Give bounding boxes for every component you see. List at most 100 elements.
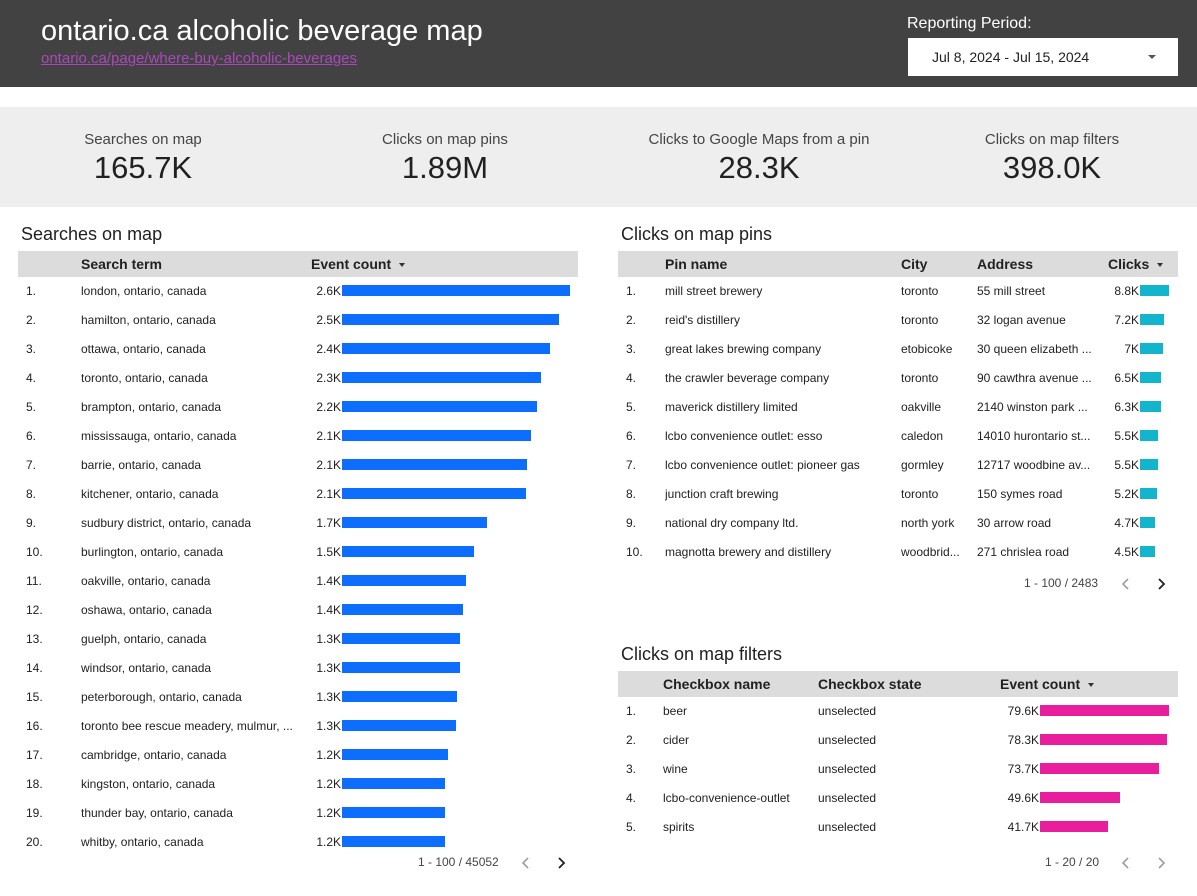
chevron-left-icon[interactable]: [517, 854, 535, 872]
column-header-checkbox-state[interactable]: Checkbox state: [818, 676, 921, 692]
column-header-clicks[interactable]: Clicks: [1108, 256, 1164, 272]
table-row[interactable]: 3. wine unselected 73.7K: [618, 755, 1178, 784]
table-row[interactable]: 9. national dry company ltd. north york 30 …: [618, 509, 1178, 538]
table-row[interactable]: 1. mill street brewery toronto 55 mill stre…: [618, 277, 1178, 306]
table-row[interactable]: 5. brampton, ontario, canada 2.2K: [18, 393, 578, 422]
table-row[interactable]: 12. oshawa, ontario, canada 1.4K: [18, 596, 578, 625]
column-header-event-count[interactable]: Event count: [1000, 676, 1095, 692]
clicks-value: 4.5K: [1114, 545, 1139, 559]
table-row[interactable]: 20. whitby, ontario, canada 1.2K: [18, 828, 578, 857]
pin-address: 271 chrislea road: [977, 545, 1070, 559]
table-row[interactable]: 2. hamilton, ontario, canada 2.5K: [18, 306, 578, 335]
table-row[interactable]: 19. thunder bay, ontario, canada 1.2K: [18, 799, 578, 828]
row-index: 6.: [26, 429, 37, 443]
table-row[interactable]: 9. sudbury district, ontario, canada 1.7K: [18, 509, 578, 538]
event-count-value: 41.7K: [1007, 820, 1039, 834]
event-count-value: 1.2K: [316, 806, 341, 820]
kpi-filter-clicks: Clicks on map filters 398.0K: [952, 131, 1152, 186]
pin-address: 90 cawthra avenue ...: [977, 371, 1092, 385]
table-row[interactable]: 7. lcbo convenience outlet: pioneer gas go…: [618, 451, 1178, 480]
source-page-link[interactable]: ontario.ca/page/where-buy-alcoholic-beve…: [41, 50, 357, 67]
event-count-value: 2.1K: [316, 429, 341, 443]
table-row[interactable]: 4. lcbo-convenience-outlet unselected 49.6K: [618, 784, 1178, 813]
column-header-pin-name[interactable]: Pin name: [665, 256, 727, 272]
chevron-right-icon[interactable]: [1152, 575, 1170, 593]
row-index: 5.: [26, 400, 37, 414]
chevron-left-icon[interactable]: [1117, 854, 1135, 872]
table-row[interactable]: 5. maverick distillery limited oakville 214…: [618, 393, 1178, 422]
table-row[interactable]: 2. cider unselected 78.3K: [618, 726, 1178, 755]
table-row[interactable]: 3. ottawa, ontario, canada 2.4K: [18, 335, 578, 364]
event-count-bar: [342, 343, 550, 354]
chevron-left-icon[interactable]: [1117, 575, 1135, 593]
pin-name: national dry company ltd.: [665, 516, 799, 530]
table-row[interactable]: 18. kingston, ontario, canada 1.2K: [18, 770, 578, 799]
event-count-value: 1.5K: [316, 545, 341, 559]
pin-address: 55 mill street: [977, 284, 1046, 298]
clicks-bar: [1140, 459, 1158, 470]
event-count-value: 73.7K: [1007, 762, 1039, 776]
pin-city: oakville: [901, 400, 942, 414]
column-header-search-term[interactable]: Search term: [81, 256, 162, 272]
table-row[interactable]: 1. london, ontario, canada 2.6K: [18, 277, 578, 306]
event-count-bar: [1040, 734, 1167, 745]
table-row[interactable]: 5. spirits unselected 41.7K: [618, 813, 1178, 842]
column-header-city[interactable]: City: [901, 256, 927, 272]
checkbox-name: cider: [663, 733, 690, 747]
row-index: 8.: [26, 487, 37, 501]
clicks-value: 5.5K: [1114, 458, 1139, 472]
pin-city: gormley: [901, 458, 944, 472]
searches-table: Search term Event count 1. london, ontari…: [18, 251, 578, 861]
searches-pager-text: 1 - 100 / 45052: [418, 855, 499, 869]
pin-address: 30 arrow road: [977, 516, 1052, 530]
table-row[interactable]: 1. beer unselected 79.6K: [618, 697, 1178, 726]
reporting-period-dropdown[interactable]: Jul 8, 2024 - Jul 15, 2024: [908, 38, 1178, 76]
column-header-address[interactable]: Address: [977, 256, 1033, 272]
checkbox-name: spirits: [663, 820, 695, 834]
clicks-bar: [1140, 546, 1155, 557]
sort-desc-icon: [399, 263, 406, 268]
table-row[interactable]: 3. great lakes brewing company etobicoke 30…: [618, 335, 1178, 364]
table-row[interactable]: 6. lcbo convenience outlet: esso caledon 14…: [618, 422, 1178, 451]
table-row[interactable]: 6. mississauga, ontario, canada 2.1K: [18, 422, 578, 451]
searches-section-title: Searches on map: [21, 224, 163, 244]
table-row[interactable]: 14. windsor, ontario, canada 1.3K: [18, 654, 578, 683]
clicks-bar: [1140, 430, 1158, 441]
table-row[interactable]: 7. barrie, ontario, canada 2.1K: [18, 451, 578, 480]
column-header-label: Event count: [1000, 676, 1081, 692]
table-row[interactable]: 10. burlington, ontario, canada 1.5K: [18, 538, 578, 567]
table-row[interactable]: 4. toronto, ontario, canada 2.3K: [18, 364, 578, 393]
search-term: toronto bee rescue meadery, mulmur, ...: [81, 719, 293, 733]
table-row[interactable]: 8. junction craft brewing toronto 150 symes…: [618, 480, 1178, 509]
table-row[interactable]: 15. peterborough, ontario, canada 1.3K: [18, 683, 578, 712]
table-row[interactable]: 8. kitchener, ontario, canada 2.1K: [18, 480, 578, 509]
event-count-value: 1.7K: [316, 516, 341, 530]
event-count-bar: [342, 517, 487, 528]
kpi-value: 165.7K: [93, 150, 193, 185]
event-count-value: 2.3K: [316, 371, 341, 385]
event-count-bar: [342, 314, 559, 325]
checkbox-state: unselected: [818, 791, 877, 805]
event-count-bar: [342, 604, 463, 615]
row-index: 7.: [26, 458, 37, 472]
table-row[interactable]: 17. cambridge, ontario, canada 1.2K: [18, 741, 578, 770]
column-header-checkbox-name[interactable]: Checkbox name: [663, 676, 770, 692]
table-row[interactable]: 2. reid's distillery toronto 32 logan avenu…: [618, 306, 1178, 335]
clicks-value: 6.5K: [1114, 371, 1139, 385]
table-row[interactable]: 4. the crawler beverage company toronto 90 …: [618, 364, 1178, 393]
table-row[interactable]: 10. magnotta brewery and distillery woodbr…: [618, 538, 1178, 567]
filters-section-title: Clicks on map filters: [621, 644, 783, 664]
column-header-event-count[interactable]: Event count: [311, 256, 406, 272]
chevron-right-icon[interactable]: [1152, 854, 1170, 872]
clicks-bar: [1140, 488, 1157, 499]
row-index: 15.: [26, 690, 43, 704]
search-term: toronto, ontario, canada: [81, 371, 208, 385]
table-header: Search term Event count: [18, 251, 578, 277]
row-index: 2.: [626, 733, 637, 747]
chevron-right-icon[interactable]: [552, 854, 570, 872]
table-row[interactable]: 13. guelph, ontario, canada 1.3K: [18, 625, 578, 654]
row-index: 1.: [26, 284, 37, 298]
table-row[interactable]: 11. oakville, ontario, canada 1.4K: [18, 567, 578, 596]
table-row[interactable]: 16. toronto bee rescue meadery, mulmur, .…: [18, 712, 578, 741]
pin-name: junction craft brewing: [665, 487, 779, 501]
